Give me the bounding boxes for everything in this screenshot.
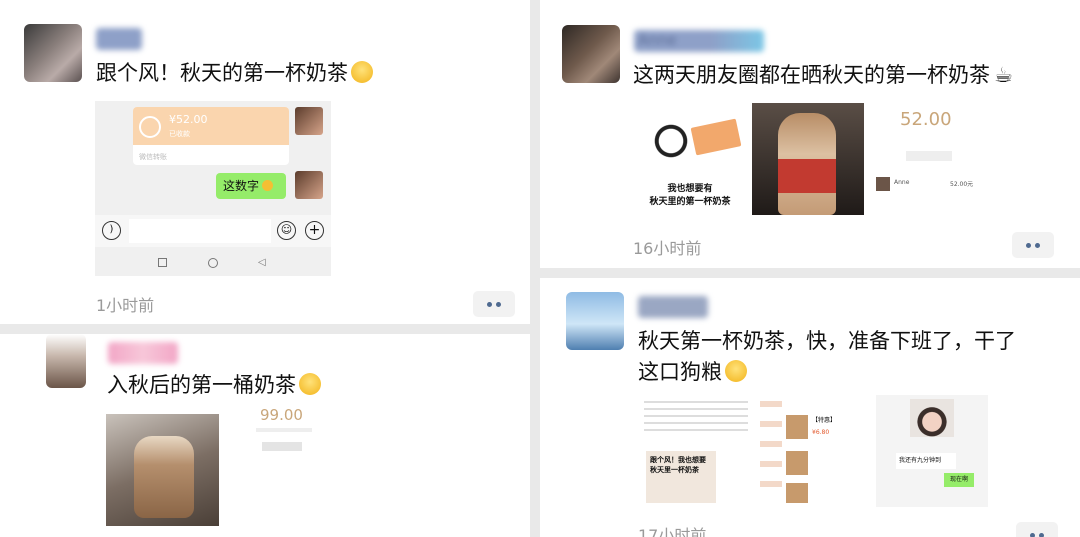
post-time: 16小时前 [633,239,702,258]
goods-price: ¥6.80 [812,429,830,436]
transfer-price: 99.00 [260,406,303,424]
transfer-status: 已收款 [169,130,190,138]
moment-post: 跟个风！秋天的第一杯奶茶 ¥52.00 已收款 微信转账 这数字 ) ☺ + ◁… [0,0,530,324]
post-text: 秋天第一杯奶茶，快，准备下班了，干了 这口狗粮 [638,329,1016,384]
nickname[interactable]: Anne [634,30,764,52]
transfer-card: ¥52.00 已收款 微信转账 [133,107,289,165]
chat-input-bar: ) ☺ + [95,215,331,247]
more-options-button[interactable] [473,291,515,317]
grin-emoji-icon [299,373,321,395]
nickname[interactable] [96,28,142,50]
back-nav-icon: ◁ [258,257,266,268]
more-options-button[interactable] [1012,232,1054,258]
post-text: 入秋后的第一桶奶茶 [107,370,321,401]
message-input [129,219,271,243]
avatar[interactable] [566,292,624,350]
chat-screenshot-image[interactable]: ¥52.00 已收款 微信转账 这数字 ) ☺ + ◁ [95,101,331,276]
avatar[interactable] [24,24,82,82]
more-options-button[interactable] [1016,522,1058,537]
emoji-icon: ☺ [277,221,296,240]
avatar [295,171,323,199]
post-time: 1小时前 [96,296,155,315]
shop-screenshot-image[interactable]: 【特惠】 ¥6.80 [758,395,870,507]
milk-tea-bucket-image[interactable] [106,414,219,526]
voice-icon: ) [102,221,121,240]
mini-name: Anne [894,179,910,186]
plus-icon: + [305,221,324,240]
transfer-source: 微信转账 [139,153,167,161]
child-photo [910,399,954,437]
avatar[interactable] [562,25,620,83]
nickname[interactable] [638,296,708,318]
promo-card: 跟个风！我也想要秋天里一杯奶茶 [646,451,716,503]
avatar [876,177,890,191]
post-time: 17小时前 [638,526,707,537]
transfer-screenshot-image[interactable]: 52.00 Anne 52.00元 [870,103,978,215]
meme-face [643,113,699,169]
mini-amount: 52.00元 [950,181,974,188]
square-nav-icon [158,258,167,267]
post-text: 这两天朋友圈都在晒秋天的第一杯奶茶 ☕ [633,60,1013,91]
meme-image[interactable]: 我也想要有 秋天里的第一杯奶茶 [633,103,747,215]
chat-bubble: 现在啊 [944,473,974,487]
smile-emoji-icon [351,61,373,83]
promo-screenshot-image[interactable]: 跟个风！我也想要秋天里一杯奶茶 [640,395,752,507]
chat-bubble: 我还有九分钟到 [896,453,956,469]
transfer-price: 52.00 [900,109,952,130]
circle-nav-icon [208,258,218,268]
milk-tea-bottle-image[interactable] [752,103,864,215]
moment-post: 秋天第一杯奶茶，快，准备下班了，干了 这口狗粮 跟个风！我也想要秋天里一杯奶茶 … [540,278,1080,537]
goods-tag: 【特惠】 [812,417,837,424]
coffee-emoji-icon: ☕ [994,63,1013,87]
transfer-amount: ¥52.00 [169,113,208,126]
post-text: 跟个风！秋天的第一杯奶茶 [96,58,373,89]
avatar [295,107,323,135]
moment-post: Anne 这两天朋友圈都在晒秋天的第一杯奶茶 ☕ 我也想要有 秋天里的第一杯奶茶 … [540,0,1080,268]
moment-post: 入秋后的第一桶奶茶 99.00 [0,334,530,537]
nickname[interactable] [108,342,178,364]
transfer-screenshot-image[interactable]: 99.00 [234,404,324,464]
grin-emoji-icon [725,360,747,382]
meme-caption: 我也想要有 秋天里的第一杯奶茶 [649,184,731,207]
chat-bubble: 这数字 [216,173,286,199]
check-icon [139,116,161,138]
chat-screenshot-image[interactable]: 我还有九分钟到 现在啊 [876,395,988,507]
avatar[interactable] [46,334,86,388]
